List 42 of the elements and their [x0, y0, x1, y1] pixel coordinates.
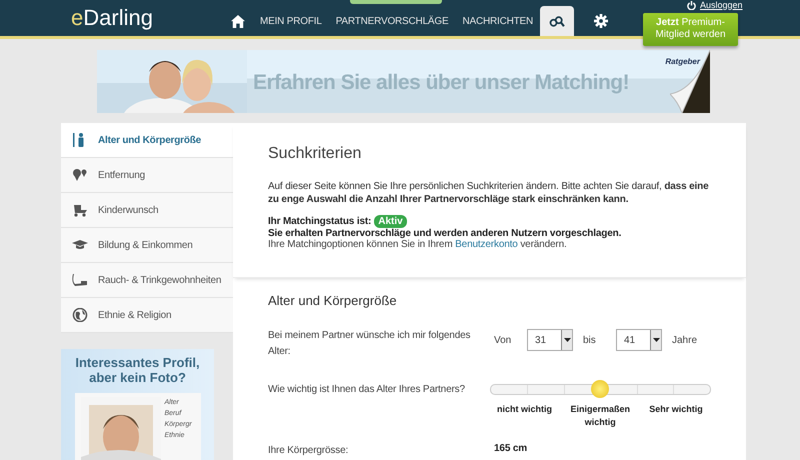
logo[interactable]: eDarling: [71, 5, 221, 31]
importance-question: Wie wichtig ist Ihnen das Alter Ihres Partners?: [268, 383, 466, 397]
status-label: Ihr Matchingstatus ist:: [268, 216, 372, 227]
caret-icon: [652, 338, 660, 342]
settings-icon: [594, 14, 608, 28]
stroller-icon: [72, 203, 88, 217]
home-icon: [231, 14, 245, 28]
graduation-cap-icon: [72, 238, 88, 252]
scale-label: Sehr wichtig: [648, 403, 704, 416]
age-question: Bei meinem Partner wünsche ich mir folgendes Alter:: [268, 329, 472, 359]
slider-thumb[interactable]: [591, 380, 610, 398]
promo-headline: Interessantes Profil, aber kein Foto?: [74, 355, 201, 385]
logout-link[interactable]: Ausloggen: [687, 0, 743, 10]
account-link[interactable]: Benutzerkonto: [455, 239, 518, 250]
intro-text: Auf dieser Seite können Sie Ihre persönlichen Suchkriterien ändern. Bitte achten Sie darauf, dass eine zu enge Auswahl die Anzahl Ihrer Partnervorschläge stark einschränken kann.: [268, 180, 710, 206]
to-label: bis: [583, 334, 597, 346]
to-select[interactable]: 41: [616, 329, 662, 351]
page-title: Suchkriterien: [268, 145, 362, 163]
from-label: Von: [494, 334, 512, 346]
options-text: Ihre Matchingoptionen können Sie in Ihrem Benutzerkonto verändern.: [268, 239, 568, 250]
caret-icon: [564, 338, 570, 342]
from-select[interactable]: 31: [527, 329, 573, 351]
scale-label: Einigermaßen wichtig: [569, 403, 631, 429]
height-label: Ihre Körpergrösse:: [268, 444, 350, 458]
nav-tab[interactable]: PARTNERVORSCHLÄGE: [328, 6, 456, 36]
nav-tab[interactable]: NACHRICHTEN: [455, 6, 540, 36]
search-icon: [549, 14, 566, 28]
pins-icon: [72, 168, 88, 182]
status-badge: Aktiv: [374, 215, 407, 228]
pipe-icon: [72, 273, 88, 287]
unit-label: Jahre: [672, 334, 698, 346]
banner-headline: Erfahren Sie alles über unser Matching!: [253, 71, 630, 95]
globe-icon: [72, 308, 88, 322]
height-value: 165 cm: [494, 443, 528, 456]
corner-label: Ratgeber: [665, 57, 700, 66]
status-text: Sie erhalten Partnervorschläge und werden anderen Nutzern vorgeschlagen.: [268, 228, 622, 239]
sidebar-item[interactable]: Alter und Körpergröße: [61, 123, 233, 158]
nav-tab[interactable]: MEIN PROFIL: [253, 6, 329, 36]
scale-label: nicht wichtig: [496, 403, 553, 416]
section-title: Alter und Körpergröße: [268, 293, 398, 308]
search-tab[interactable]: [540, 6, 574, 36]
power-icon: [687, 0, 696, 10]
